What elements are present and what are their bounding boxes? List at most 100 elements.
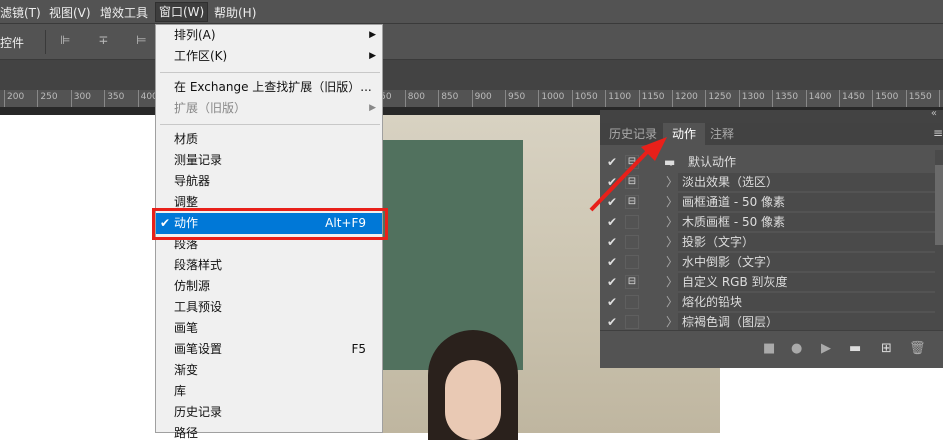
chevron-right-icon[interactable]: 〉 <box>666 272 678 292</box>
menu-item[interactable]: 画笔设置 F5 <box>156 339 382 360</box>
toggle-check-icon[interactable]: ✔ <box>607 272 617 292</box>
chevron-right-icon[interactable]: 〉 <box>666 212 678 232</box>
action-name: 水中倒影（文字） <box>678 253 935 271</box>
action-name: 熔化的铅块 <box>678 293 935 311</box>
menu-item[interactable]: 导航器 <box>156 171 382 192</box>
menu-item[interactable]: 在 Exchange 上查找扩展（旧版）... <box>156 77 382 98</box>
controls-label: 控件 <box>0 36 25 50</box>
action-name: 木质画框 - 50 像素 <box>678 213 935 231</box>
new-action-icon[interactable]: ⊞ <box>881 341 892 356</box>
menu-item-label: 历史记录 <box>174 405 223 419</box>
stop-icon[interactable]: ■ <box>763 341 775 356</box>
panel-footer: ■ ● ▶ ▬ ⊞ 🗑 <box>600 330 943 368</box>
dialog-toggle-icon[interactable] <box>625 235 639 249</box>
toggle-check-icon[interactable]: ✔ <box>607 212 617 232</box>
scrollbar[interactable] <box>935 150 943 330</box>
menu-item[interactable]: 渐变 <box>156 360 382 381</box>
menu-item[interactable]: 库 <box>156 381 382 402</box>
menu-item[interactable]: 仿制源 <box>156 276 382 297</box>
ruler-tick: 1300 <box>738 90 765 107</box>
menu-item[interactable]: 测量记录 <box>156 150 382 171</box>
trash-icon[interactable]: 🗑 <box>909 341 926 356</box>
action-item[interactable]: ✔ 〉熔化的铅块 <box>600 292 935 312</box>
chevron-right-icon[interactable]: 〉 <box>666 232 678 252</box>
menu-window[interactable]: 窗口(W) <box>155 2 209 22</box>
chevron-right-icon[interactable]: 〉 <box>666 292 678 312</box>
menu-item-label: 段落样式 <box>174 258 223 272</box>
chevron-right-icon[interactable]: 〉 <box>666 312 678 332</box>
action-item[interactable]: ✔ 〉水中倒影（文字） <box>600 252 935 272</box>
menu-item[interactable]: 工具预设 <box>156 297 382 318</box>
menu-bar: 滤镜(T) 视图(V) 增效工具 窗口(W) 帮助(H) <box>0 0 943 24</box>
menu-item[interactable]: 画笔 <box>156 318 382 339</box>
toggle-check-icon[interactable]: ✔ <box>607 312 617 332</box>
submenu-arrow-icon: ▶ <box>369 103 376 113</box>
ruler-tick: 1400 <box>805 90 832 107</box>
dialog-toggle-icon[interactable] <box>625 255 639 269</box>
ruler-tick: 800 <box>404 90 425 107</box>
ruler-tick: 1350 <box>772 90 798 107</box>
record-icon[interactable]: ● <box>791 341 802 356</box>
toggle-check-icon[interactable]: ✔ <box>607 252 617 272</box>
menu-item-label: 画笔设置 <box>174 342 223 356</box>
menu-filter[interactable]: 滤镜(T) <box>0 4 41 21</box>
ruler-tick: 850 <box>438 90 458 107</box>
menu-help[interactable]: 帮助(H) <box>214 4 256 21</box>
collapse-icon[interactable]: « <box>931 108 937 119</box>
action-item[interactable]: ✔ 〉木质画框 - 50 像素 <box>600 212 935 232</box>
dialog-toggle-icon[interactable] <box>625 215 639 229</box>
action-name: 投影（文字） <box>678 233 935 251</box>
menu-item-label: 库 <box>174 384 187 398</box>
action-name: 画框通道 - 50 像素 <box>678 193 935 211</box>
menu-item-label: 测量记录 <box>174 153 223 167</box>
ruler-tick: 300 <box>70 90 91 107</box>
action-item[interactable]: ✔ ⊟ 〉自定义 RGB 到灰度 <box>600 272 935 292</box>
ruler-tick: 1600 <box>939 90 943 107</box>
menu-item-label: 导航器 <box>174 174 211 188</box>
folder-icon[interactable]: ▬ <box>849 341 861 356</box>
toggle-check-icon[interactable]: ✔ <box>607 292 617 312</box>
action-name: 淡出效果（选区） <box>678 173 935 191</box>
menu-item[interactable]: 路径 <box>156 423 382 444</box>
menu-item[interactable]: 历史记录 <box>156 402 382 423</box>
tab-notes[interactable]: 注释 <box>701 123 743 145</box>
menu-item[interactable]: 段落样式 <box>156 255 382 276</box>
menu-item-label: 工作区(K) <box>174 49 228 63</box>
menu-item-label: 工具预设 <box>174 300 223 314</box>
menu-item-label: 路径 <box>174 426 199 440</box>
ruler-tick: 1500 <box>872 90 898 107</box>
ruler-tick: 200 <box>4 90 24 107</box>
menu-plugins[interactable]: 增效工具 <box>100 4 148 21</box>
ruler-tick: 350 <box>104 90 124 107</box>
dialog-toggle-icon[interactable] <box>625 315 639 329</box>
action-item[interactable]: ✔ 〉投影（文字） <box>600 232 935 252</box>
menu-item[interactable]: 材质 <box>156 129 382 150</box>
highlight-annotation-box <box>152 208 388 240</box>
menu-item-label: 扩展（旧版） <box>174 101 247 115</box>
ruler-tick: 1200 <box>672 90 698 107</box>
ruler-tick: 950 <box>505 90 525 107</box>
document-tab-bar <box>0 60 943 90</box>
submenu-arrow-icon: ▶ <box>369 51 376 61</box>
menu-item-label: 调整 <box>174 195 199 209</box>
action-set-name: 默认动作 <box>688 155 737 169</box>
ruler-tick: 1550 <box>905 90 932 107</box>
menu-item: 扩展（旧版） ▶ <box>156 98 382 119</box>
horizontal-ruler: 2002503003504004505005506006507007508008… <box>0 90 943 107</box>
toggle-check-icon[interactable]: ✔ <box>607 232 617 252</box>
dialog-toggle-icon[interactable]: ⊟ <box>625 275 639 289</box>
menu-item[interactable]: 工作区(K) ▶ <box>156 46 382 67</box>
menu-item[interactable]: 排列(A) ▶ <box>156 25 382 46</box>
submenu-arrow-icon: ▶ <box>369 30 376 40</box>
align-icons[interactable]: ⊫ ∓ ⊨ <box>60 33 159 47</box>
menu-item-shortcut: F5 <box>351 342 366 356</box>
action-item[interactable]: ✔ 〉棕褐色调（图层） <box>600 312 935 332</box>
menu-item-label: 在 Exchange 上查找扩展（旧版）... <box>174 80 372 94</box>
dialog-toggle-icon[interactable] <box>625 295 639 309</box>
menu-view[interactable]: 视图(V) <box>49 4 91 21</box>
panel-menu-icon[interactable]: ≡ <box>933 126 943 140</box>
play-icon[interactable]: ▶ <box>821 341 831 356</box>
ruler-tick: 1150 <box>638 90 665 107</box>
ruler-tick: 900 <box>471 90 492 107</box>
chevron-right-icon[interactable]: 〉 <box>666 252 678 272</box>
